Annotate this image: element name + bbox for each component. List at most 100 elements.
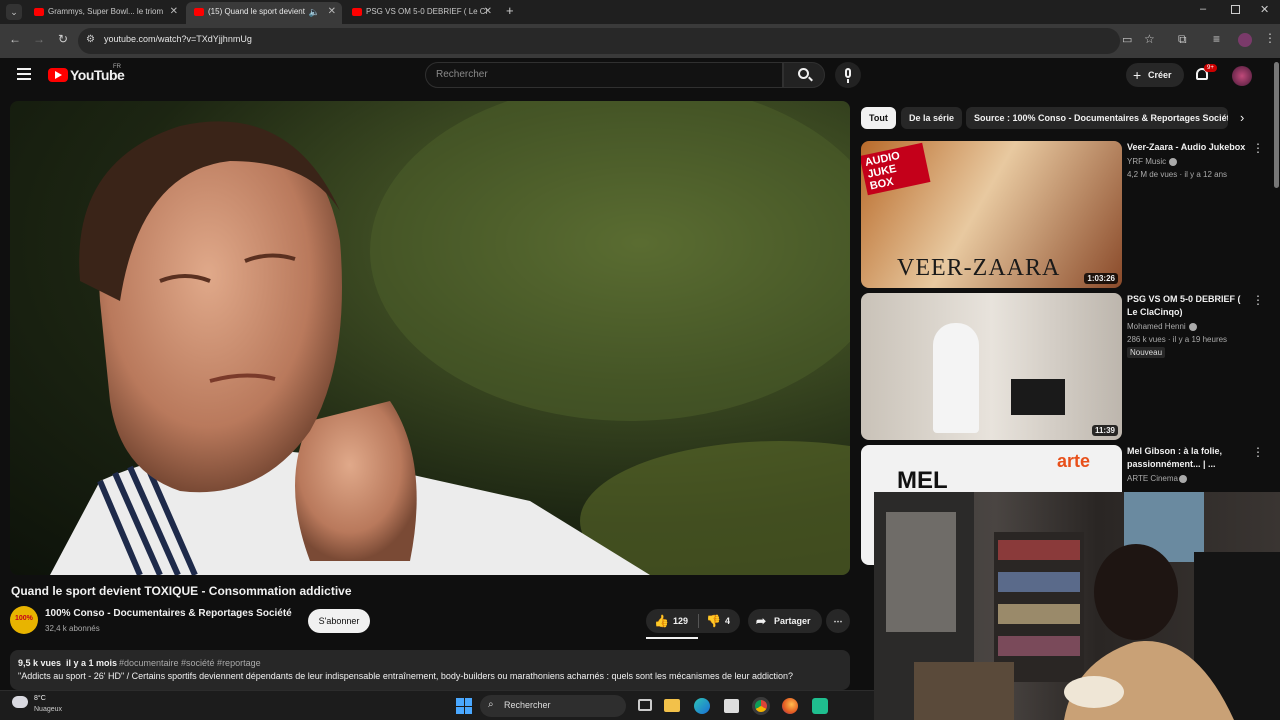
verified-icon [1169,158,1177,166]
arte-logo: arte [1057,451,1091,471]
windows-start-icon[interactable] [456,698,472,714]
thumbs-up-icon: 👍 [654,614,669,628]
bookmark-star-icon[interactable]: ☆ [1144,32,1155,46]
like-button[interactable]: 👍 129 [646,609,698,633]
audio-playing-icon[interactable]: 🔈 [309,2,320,22]
store-icon[interactable] [724,699,739,713]
close-tab-icon[interactable]: ✕ [170,2,178,22]
channel-name[interactable]: 100% Conso - Documentaires & Reportages … [45,608,292,619]
dislike-button[interactable]: 👎 4 [700,609,740,633]
chip-source[interactable]: Source : 100% Conso - Documentaires & Re… [966,107,1228,129]
search-button[interactable] [783,62,825,88]
more-vertical-icon[interactable]: ⋮ [1252,141,1264,155]
search-input[interactable]: Rechercher [425,62,783,88]
video-frame [50,101,850,575]
like-dislike-group: 👍 129 👎 4 [646,609,740,633]
profile-avatar[interactable] [1238,33,1252,47]
thumbs-down-icon: 👎 [706,614,721,628]
more-vertical-icon[interactable]: ⋮ [1252,445,1264,459]
tab-title: (15) Quand le sport devient [208,7,305,16]
microphone-icon [845,68,851,78]
firefox-icon[interactable] [782,698,798,714]
address-toolbar: ← → ↻ ⚙ youtube.com/watch?v=TXdYjjhnmUg … [0,24,1280,58]
close-window-icon[interactable]: ✕ [1260,3,1269,16]
taskbar-search[interactable]: ⌕ Rechercher [480,695,626,717]
hashtags[interactable]: #documentaire #société #reportage [119,658,261,668]
address-bar[interactable]: ⚙ youtube.com/watch?v=TXdYjjhnmUg ▭ ☆ [78,28,1155,54]
recommendation-channel[interactable]: YRF Music [1127,157,1166,166]
share-button[interactable]: ➦ Partager [748,609,822,633]
like-underline [646,637,698,639]
more-actions-button[interactable]: ⋯ [826,609,850,633]
recommendation-title[interactable]: Veer-Zaara - Audio Jukebox [1127,141,1247,154]
app-icon[interactable] [812,698,828,714]
youtube-favicon-icon [194,8,204,16]
weather-temp: 8°C [34,695,46,702]
back-icon[interactable]: ← [6,32,24,46]
view-count: 9,5 k vues [18,658,62,668]
recommendation-title[interactable]: PSG VS OM 5-0 DEBRIEF ( Le ClaCinqo) [1127,293,1247,319]
cast-icon[interactable]: ▭ [1122,33,1132,46]
webcam-feed [874,492,1280,720]
edge-icon[interactable] [694,698,710,714]
like-count: 129 [673,616,689,626]
plus-icon: + [1133,67,1142,83]
thumbnail-person [933,323,979,433]
url-text: youtube.com/watch?v=TXdYjjhnmUg [104,34,252,44]
channel-avatar[interactable]: 100% [10,606,38,634]
weather-icon[interactable] [12,696,28,708]
subscriber-count: 32,4 k abonnés [45,624,100,633]
chevron-right-icon[interactable]: › [1240,110,1244,125]
account-avatar[interactable] [1232,66,1252,86]
voice-search-button[interactable] [835,62,861,88]
recommendation-thumbnail[interactable]: AUDIO JUKE BOX VEER-ZAARA 1:03:26 [861,141,1122,288]
video-player[interactable] [10,101,850,575]
chrome-icon[interactable] [752,697,770,715]
notifications-button[interactable]: 9+ [1194,64,1217,86]
recommendation-title[interactable]: Mel Gibson : à la folie, passionnément..… [1127,445,1247,471]
media-control-icon[interactable]: ≡ [1213,32,1220,46]
extensions-icon[interactable]: ⧉ [1178,32,1187,47]
recommendation-thumbnail[interactable]: 11:39 [861,293,1122,440]
close-tab-icon[interactable]: ✕ [328,2,336,22]
hamburger-menu-icon[interactable] [17,68,31,80]
tab-list-dropdown-icon[interactable]: ⌄ [6,4,22,20]
video-duration: 1:03:26 [1084,273,1118,284]
subscribe-button[interactable]: S'abonner [308,609,370,633]
os-taskbar: 8°C Nuageux ⌕ Rechercher [0,690,874,720]
maximize-icon[interactable] [1231,5,1240,14]
minimize-icon[interactable]: – [1200,3,1206,15]
browser-tab[interactable]: Grammys, Super Bowl... le triom ✕ [26,2,184,24]
share-label: Partager [774,616,811,626]
chip-all[interactable]: Tout [861,107,896,129]
file-explorer-icon[interactable] [664,699,680,712]
more-vertical-icon[interactable]: ⋮ [1252,293,1264,307]
close-tab-icon[interactable]: ✕ [484,2,492,22]
video-duration: 11:39 [1091,425,1118,436]
youtube-favicon-icon [352,8,362,16]
recommendation-channel[interactable]: Mohamed Henni [1127,322,1186,331]
region-code: FR [113,64,121,70]
browser-tab[interactable]: PSG VS OM 5-0 DEBRIEF ( Le Cl ✕ [344,2,498,24]
chip-from-series[interactable]: De la série [901,107,963,129]
site-info-icon[interactable]: ⚙ [86,34,95,45]
new-tab-icon[interactable]: + [506,3,514,18]
youtube-play-icon [48,68,68,82]
description-box[interactable]: 9,5 k vues il y a 1 mois #documentaire #… [10,650,850,690]
reload-icon[interactable]: ↻ [54,32,72,46]
browser-tab-bar: ⌄ Grammys, Super Bowl... le triom ✕ (15)… [0,0,1280,24]
taskbar-search-label: Rechercher [504,700,551,710]
webcam-overlay [874,492,1280,720]
browser-menu-icon[interactable]: ⋮ [1264,31,1276,45]
page-scrollbar[interactable] [1274,62,1279,188]
thumbnail-text: AUDIO JUKE BOX [861,142,931,196]
recommendation-channel[interactable]: ARTE Cinema [1127,474,1178,483]
description-text: "Addicts au sport - 26' HD" / Certains s… [18,671,794,681]
browser-tab-active[interactable]: (15) Quand le sport devient 🔈 ✕ [186,2,342,24]
create-button[interactable]: + Créer [1126,63,1184,87]
recommendation-meta: 4,2 M de vues · il y a 12 ans [1127,170,1228,179]
task-view-icon[interactable] [638,699,652,711]
verified-icon [1179,475,1187,483]
tab-title: Grammys, Super Bowl... le triom [48,7,164,16]
forward-icon[interactable]: → [30,32,48,46]
